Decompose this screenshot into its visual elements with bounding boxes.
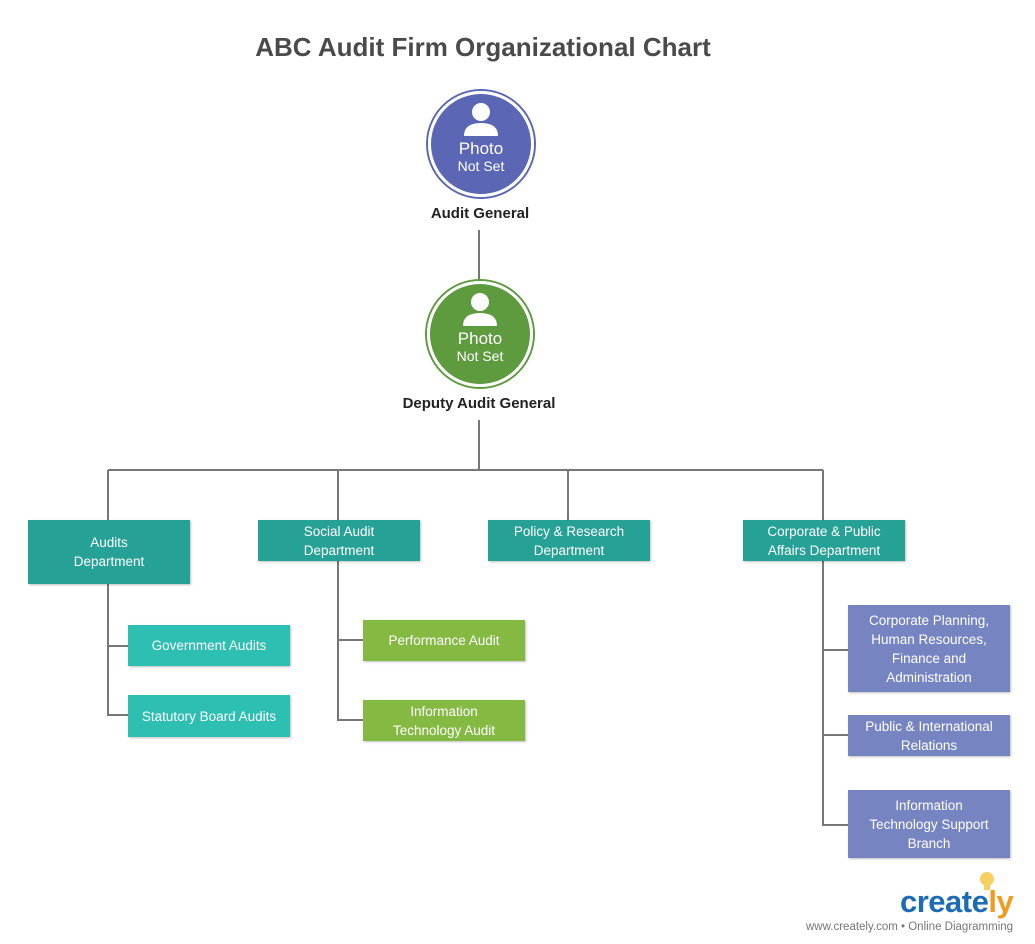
unit-government-audits[interactable]: Government Audits xyxy=(128,625,290,666)
photo-label: Not Set xyxy=(457,158,505,174)
org-chart: ABC Audit Firm Organizational Chart Phot… xyxy=(0,0,1035,944)
dept-corporate-public-affairs[interactable]: Corporate & Public Affairs Department xyxy=(743,520,905,561)
role-deputy-audit-general: Deputy Audit General xyxy=(402,395,556,412)
unit-statutory-board-audits[interactable]: Statutory Board Audits xyxy=(128,695,290,737)
dept-policy-research[interactable]: Policy & Research Department xyxy=(488,520,650,561)
photo-label: Not Set xyxy=(456,348,504,364)
creately-logo: creately xyxy=(900,884,1014,919)
connector xyxy=(107,420,824,520)
unit-public-international-relations[interactable]: Public & International Relations xyxy=(848,715,1010,756)
avatar: Photo Not Set xyxy=(431,94,531,194)
unit-performance-audit[interactable]: Performance Audit xyxy=(363,620,525,661)
photo-label: Photo xyxy=(458,139,504,158)
avatar: Photo Not Set xyxy=(430,284,530,384)
connector xyxy=(337,561,363,721)
creately-tagline: www.creately.com • Online Diagramming xyxy=(806,921,1014,933)
connector xyxy=(822,561,848,826)
unit-it-audit[interactable]: Information Technology Audit xyxy=(363,700,525,741)
role-audit-general: Audit General xyxy=(430,205,530,222)
dept-audits[interactable]: Audits Department xyxy=(28,520,190,584)
photo-label: Photo xyxy=(457,329,503,348)
unit-corporate-planning[interactable]: Corporate Planning, Human Resources, Fin… xyxy=(848,605,1010,692)
person-icon xyxy=(464,103,498,136)
unit-it-support-branch[interactable]: Information Technology Support Branch xyxy=(848,790,1010,858)
connector xyxy=(107,584,128,716)
dept-social-audit[interactable]: Social Audit Department xyxy=(258,520,420,561)
person-icon xyxy=(463,293,497,326)
